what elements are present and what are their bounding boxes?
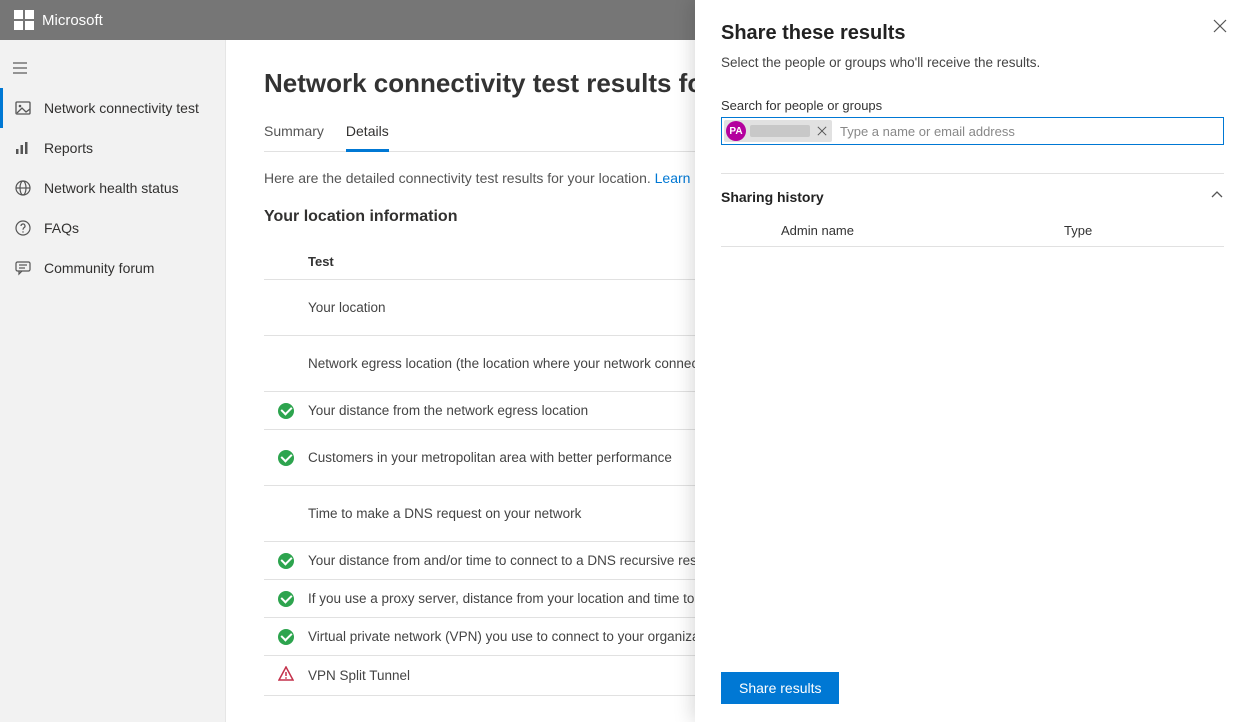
people-search-box[interactable]: PA — [721, 117, 1224, 145]
chip-name-redacted — [750, 125, 810, 137]
status-warning-icon — [278, 666, 294, 685]
history-columns: Admin name Type — [721, 215, 1224, 247]
person-chip: PA — [724, 120, 832, 142]
chat-icon — [14, 259, 32, 277]
status-ok-icon — [278, 629, 294, 645]
history-title: Sharing history — [721, 189, 824, 205]
history-col-admin: Admin name — [781, 223, 1064, 238]
status-ok-icon — [278, 403, 294, 419]
sidebar-item-label: Network health status — [44, 180, 179, 196]
history-col-type: Type — [1064, 223, 1224, 238]
row-text: Virtual private network (VPN) you use to… — [308, 629, 721, 644]
tab-summary[interactable]: Summary — [264, 113, 324, 151]
share-panel: Share these results Select the people or… — [695, 0, 1250, 722]
row-text: Customers in your metropolitan area with… — [308, 450, 672, 465]
chart-icon — [14, 139, 32, 157]
sidebar-item-label: Reports — [44, 140, 93, 156]
chevron-up-icon — [1210, 188, 1224, 205]
row-text: VPN Split Tunnel — [308, 668, 410, 683]
brand-text: Microsoft — [42, 12, 103, 29]
share-results-button[interactable]: Share results — [721, 672, 839, 704]
sidebar-item-reports[interactable]: Reports — [0, 128, 225, 168]
globe-icon — [14, 179, 32, 197]
row-text: Your distance from the network egress lo… — [308, 403, 588, 418]
panel-subtitle: Select the people or groups who'll recei… — [721, 55, 1224, 70]
status-ok-icon — [278, 553, 294, 569]
sidebar-item-label: Community forum — [44, 260, 154, 276]
people-search-input[interactable] — [836, 119, 1221, 143]
chip-remove-button[interactable] — [814, 123, 830, 139]
divider — [721, 173, 1224, 174]
search-label: Search for people or groups — [721, 98, 1224, 113]
avatar: PA — [726, 121, 746, 141]
row-text: Network egress location (the location wh… — [308, 356, 749, 371]
image-icon — [14, 99, 32, 117]
close-button[interactable] — [1212, 18, 1228, 39]
status-ok-icon — [278, 450, 294, 466]
intro-text-body: Here are the detailed connectivity test … — [264, 170, 655, 186]
help-icon — [14, 219, 32, 237]
row-text: If you use a proxy server, distance from… — [308, 591, 745, 606]
sidebar-item-network-health-status[interactable]: Network health status — [0, 168, 225, 208]
sidebar-item-faqs[interactable]: FAQs — [0, 208, 225, 248]
sidebar: Network connectivity test Reports Network … — [0, 40, 226, 722]
sidebar-item-community-forum[interactable]: Community forum — [0, 248, 225, 288]
status-ok-icon — [278, 591, 294, 607]
tab-details[interactable]: Details — [346, 113, 389, 152]
sidebar-item-label: Network connectivity test — [44, 100, 199, 116]
hamburger-menu[interactable] — [0, 48, 40, 88]
sharing-history-toggle[interactable]: Sharing history — [721, 188, 1224, 215]
panel-title: Share these results — [721, 22, 1224, 45]
sidebar-item-network-connectivity-test[interactable]: Network connectivity test — [0, 88, 225, 128]
sidebar-item-label: FAQs — [44, 220, 79, 236]
microsoft-grid-icon — [14, 10, 34, 30]
row-text: Time to make a DNS request on your netwo… — [308, 506, 581, 521]
microsoft-logo[interactable]: Microsoft — [14, 10, 103, 30]
row-text: Your location — [308, 300, 386, 315]
row-text: Your distance from and/or time to connec… — [308, 553, 726, 568]
